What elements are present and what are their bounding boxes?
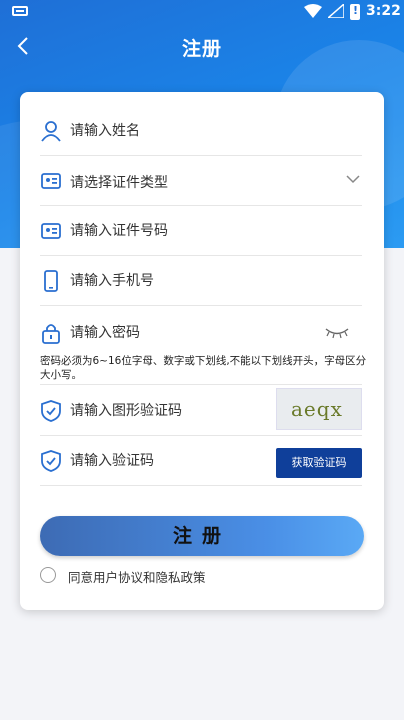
page-title: 注册 (181, 38, 222, 60)
id-card-icon (41, 173, 61, 189)
user-icon (41, 121, 61, 142)
captcha-image[interactable]: aeqx (276, 388, 362, 430)
lock-icon (42, 324, 60, 344)
battery-icon (350, 4, 360, 20)
captcha-image-text: aeqx (291, 397, 343, 421)
shield-check-icon (41, 450, 61, 472)
signal-icon (328, 4, 344, 18)
name-row (40, 106, 362, 156)
status-time: 3:22 (366, 3, 401, 19)
register-button[interactable]: 注册 (40, 516, 364, 556)
eye-closed-icon[interactable] (324, 326, 350, 340)
sms-code-row: 获取验证码 (40, 436, 362, 486)
captcha-input[interactable] (70, 399, 240, 423)
status-bar: 3:22 (0, 0, 404, 24)
phone-row (40, 256, 362, 306)
navigation-bar: 注册 (0, 28, 404, 66)
password-row (40, 308, 362, 358)
id-card-icon (41, 223, 61, 239)
register-form-card: 请选择证件类型 密码必须为6~1 (20, 92, 384, 610)
id-type-row[interactable]: 请选择证件类型 (40, 156, 362, 206)
id-number-row (40, 206, 362, 256)
name-input[interactable] (70, 119, 290, 143)
agreement-checkbox[interactable] (40, 567, 56, 583)
notification-icon (12, 6, 28, 16)
phone-input[interactable] (70, 269, 290, 293)
phone-icon (44, 270, 58, 292)
agreement-label[interactable]: 同意用户协议和隐私政策 (68, 567, 206, 586)
shield-check-icon (41, 400, 61, 422)
divider (40, 384, 362, 385)
captcha-row: aeqx (40, 386, 362, 436)
id-type-select-value[interactable]: 请选择证件类型 (70, 172, 168, 192)
chevron-down-icon[interactable] (346, 174, 360, 184)
get-code-button[interactable]: 获取验证码 (276, 448, 362, 478)
sms-code-input[interactable] (70, 449, 240, 473)
password-input[interactable] (70, 321, 290, 345)
wifi-icon (304, 4, 322, 18)
password-rule-hint: 密码必须为6~16位字母、数字或下划线,不能以下划线开头，字母区分大小写。 (40, 355, 367, 381)
id-number-input[interactable] (70, 219, 290, 243)
